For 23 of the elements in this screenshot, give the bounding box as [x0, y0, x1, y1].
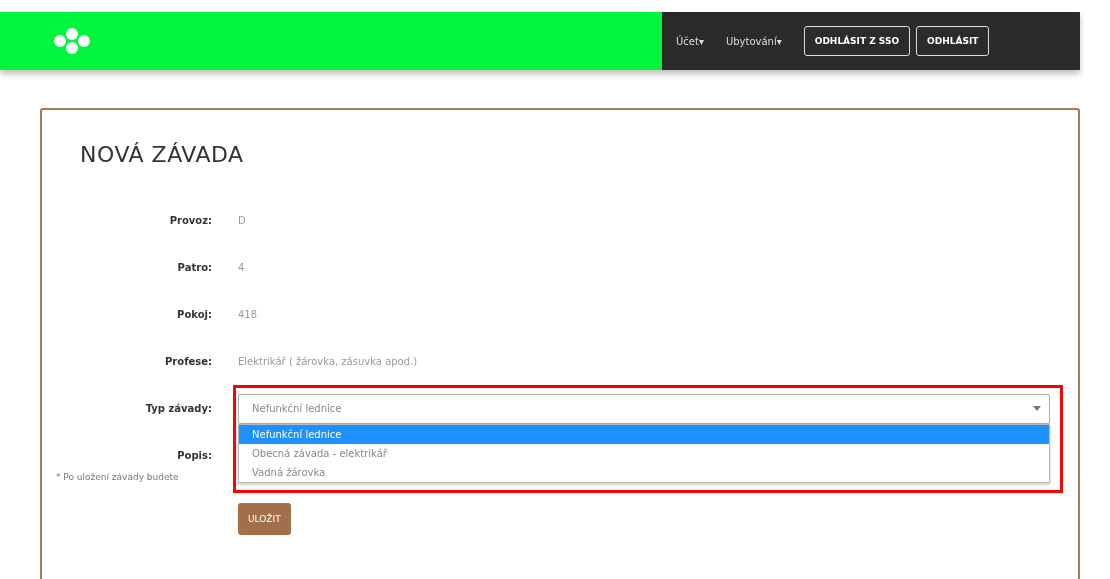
logo-icon: [52, 28, 92, 54]
note-text: * Po uložení závady budete: [56, 472, 179, 482]
save-button[interactable]: ULOŽIT: [238, 502, 291, 535]
dropdown-option[interactable]: Vadná žárovka: [239, 462, 1049, 482]
logout-button[interactable]: ODHLÁSIT: [916, 26, 990, 56]
dropdown-option[interactable]: Obecná závada - elektrikář: [239, 443, 1049, 463]
field-value: 4: [238, 262, 245, 273]
field-label: Pokoj:: [176, 309, 212, 320]
field-label: Typ závady:: [144, 403, 212, 414]
form-title: NOVÁ ZÁVADA: [80, 142, 245, 167]
type-select[interactable]: Nefunkční lednice: [238, 393, 1050, 424]
logout-button[interactable]: ODHLÁSIT Z SSO: [803, 26, 911, 56]
field-value: 418: [238, 309, 258, 320]
field-value: Elektrikář ( žárovka, zásuvka apod.): [238, 356, 418, 367]
caret-icon: [1033, 406, 1041, 411]
dropdown-option[interactable]: Nefunkční lednice: [239, 424, 1049, 444]
nav-menu[interactable]: Ubytování▾: [725, 35, 782, 47]
field-label: Provoz:: [168, 215, 212, 226]
field-label: Patro:: [176, 262, 212, 273]
nav-menu[interactable]: Účet▾: [676, 35, 704, 47]
field-value: D: [238, 215, 246, 226]
field-label: Popis:: [176, 450, 212, 461]
field-label: Profese:: [164, 356, 212, 367]
